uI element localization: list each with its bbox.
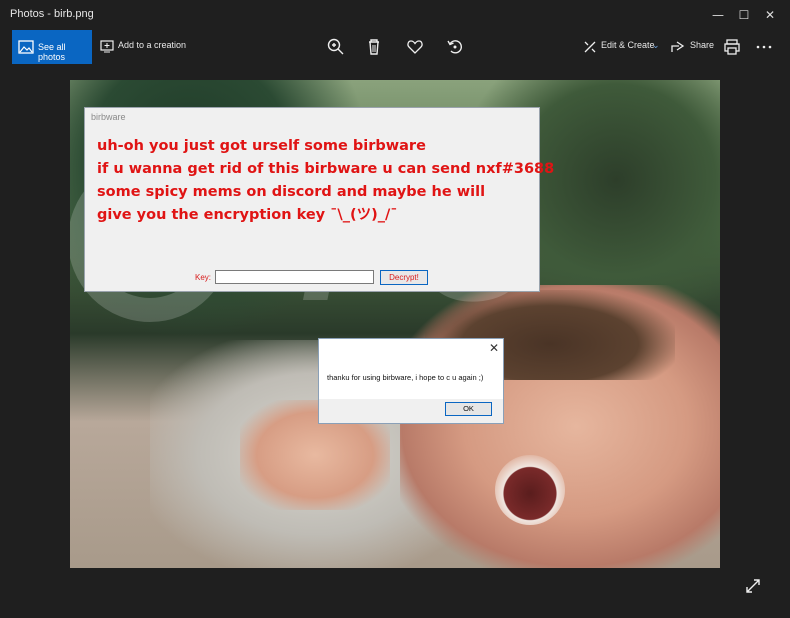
maximize-button[interactable]: ☐: [730, 4, 758, 26]
rotate-icon[interactable]: [443, 35, 467, 59]
more-icon[interactable]: [752, 35, 776, 59]
ransom-line: some spicy mems on discord and maybe he …: [97, 184, 486, 200]
fullscreen-icon[interactable]: [745, 578, 761, 594]
share-button[interactable]: Share: [690, 40, 714, 50]
favorite-icon[interactable]: [403, 35, 427, 59]
see-all-photos-label: See all photos: [38, 42, 66, 62]
ransom-message: uh-oh you just got urself some birbware …: [97, 135, 554, 227]
window-title: Photos - birb.png: [10, 8, 94, 20]
minimize-button[interactable]: —: [704, 4, 732, 26]
add-to-creation-button[interactable]: Add to a creation: [118, 40, 186, 50]
key-label: Key:: [195, 273, 212, 282]
ransom-line: uh-oh you just got urself some birbware: [97, 138, 426, 154]
ransom-line: if u wanna get rid of this birbware u ca…: [97, 161, 555, 177]
ok-button[interactable]: OK: [445, 402, 492, 416]
close-button[interactable]: ✕: [756, 4, 784, 26]
close-icon[interactable]: ✕: [489, 341, 499, 355]
toolbar: See all photos Add to a creation Edit & …: [0, 30, 790, 64]
decrypt-button[interactable]: Decrypt!: [380, 270, 428, 285]
edit-icon: [584, 41, 596, 53]
birbware-window: birbware uh-oh you just got urself some …: [84, 107, 554, 292]
ransom-line: give you the encryption key ¯\_(ツ)_/¯: [97, 207, 398, 223]
print-icon[interactable]: [720, 35, 744, 59]
edit-create-button[interactable]: Edit & Create: [601, 40, 655, 50]
add-to-creation-icon: [100, 40, 114, 53]
title-bar: Photos - birb.png — ☐ ✕: [0, 0, 790, 30]
photos-icon: [18, 40, 34, 54]
zoom-icon[interactable]: [324, 35, 348, 59]
birbware-caption: birbware: [91, 112, 126, 122]
message-text: thanku for using birbware, i hope to c u…: [327, 373, 484, 382]
delete-icon[interactable]: [362, 35, 386, 59]
chevron-down-icon[interactable]: ⌄: [652, 40, 660, 51]
share-icon: [671, 41, 685, 52]
message-box: ✕ thanku for using birbware, i hope to c…: [318, 338, 504, 424]
key-input[interactable]: [215, 270, 374, 284]
see-all-photos-button[interactable]: See all photos: [12, 30, 92, 64]
